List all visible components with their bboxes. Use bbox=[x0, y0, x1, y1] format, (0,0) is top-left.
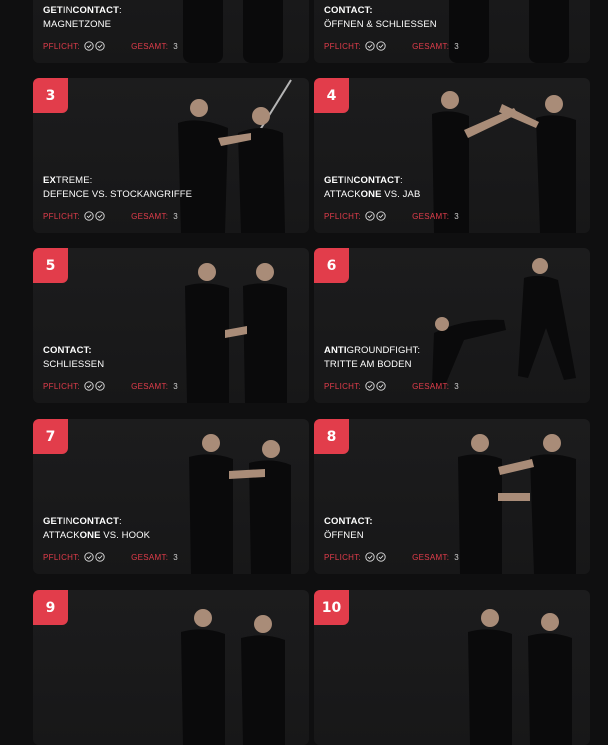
exercise-title: CONTACT: ÖFFNEN bbox=[324, 516, 373, 541]
exercise-grid: GETINCONTACT: MAGNETZONE PFLICHT: GESAMT… bbox=[0, 0, 608, 745]
pflicht-checks bbox=[84, 381, 105, 391]
exercise-title: GETINCONTACT: MAGNETZONE bbox=[43, 5, 122, 30]
exercise-photo bbox=[432, 91, 576, 233]
check-circle-icon bbox=[95, 211, 105, 221]
gesamt-value: 3 bbox=[454, 552, 460, 562]
exercise-card[interactable]: CONTACT: ÖFFNEN & SCHLIESSEN PFLICHT: GE… bbox=[314, 0, 590, 63]
gesamt-value: 3 bbox=[173, 41, 179, 51]
exercise-meta: PFLICHT: GESAMT: 3 bbox=[324, 211, 460, 221]
check-circle-icon bbox=[376, 211, 386, 221]
gesamt-value: 3 bbox=[454, 211, 460, 221]
check-circle-icon bbox=[365, 41, 375, 51]
exercise-number-badge: 5 bbox=[33, 248, 68, 283]
check-circle-icon bbox=[95, 552, 105, 562]
exercise-card[interactable]: 4 GETINCONTACT: ATTACKONE VS. JAB PFLICH… bbox=[314, 78, 590, 233]
exercise-card[interactable]: 9 bbox=[33, 590, 309, 745]
pflicht-checks bbox=[365, 552, 386, 562]
pflicht-checks bbox=[365, 211, 386, 221]
gesamt-value: 3 bbox=[173, 381, 179, 391]
pflicht-checks bbox=[84, 211, 105, 221]
exercise-card[interactable]: 10 bbox=[314, 590, 590, 745]
exercise-card[interactable]: 7 GETINCONTACT: ATTACKONE VS. HOOK PFLIC… bbox=[33, 419, 309, 574]
exercise-meta: PFLICHT: GESAMT: 3 bbox=[43, 381, 179, 391]
check-circle-icon bbox=[376, 41, 386, 51]
exercise-title: CONTACT: SCHLIESSEN bbox=[43, 345, 105, 370]
exercise-card[interactable]: GETINCONTACT: MAGNETZONE PFLICHT: GESAMT… bbox=[33, 0, 309, 63]
check-circle-icon bbox=[376, 381, 386, 391]
gesamt-value: 3 bbox=[454, 381, 460, 391]
exercise-meta: PFLICHT: GESAMT: 3 bbox=[324, 381, 460, 391]
exercise-meta: PFLICHT: GESAMT: 3 bbox=[324, 41, 460, 51]
check-circle-icon bbox=[95, 41, 105, 51]
exercise-number-badge: 7 bbox=[33, 419, 68, 454]
exercise-number-badge: 10 bbox=[314, 590, 349, 625]
exercise-card[interactable]: 6 ANTIGROUNDFIGHT: TRITTE AM BODEN PFLIC… bbox=[314, 248, 590, 403]
check-circle-icon bbox=[365, 381, 375, 391]
gesamt-value: 3 bbox=[173, 552, 179, 562]
check-circle-icon bbox=[84, 552, 94, 562]
exercise-title: GETINCONTACT: ATTACKONE VS. JAB bbox=[324, 175, 421, 200]
pflicht-checks bbox=[84, 41, 105, 51]
exercise-photo bbox=[458, 434, 576, 574]
exercise-card[interactable]: 5 CONTACT: SCHLIESSEN PFLICHT: GESAMT: 3 bbox=[33, 248, 309, 403]
check-circle-icon bbox=[84, 211, 94, 221]
exercise-number-badge: 3 bbox=[33, 78, 68, 113]
check-circle-icon bbox=[84, 381, 94, 391]
pflicht-checks bbox=[365, 381, 386, 391]
exercise-photo bbox=[468, 609, 572, 745]
exercise-photo bbox=[189, 434, 291, 574]
exercise-number-badge: 6 bbox=[314, 248, 349, 283]
gesamt-value: 3 bbox=[173, 211, 179, 221]
exercise-meta: PFLICHT: GESAMT: 3 bbox=[324, 552, 460, 562]
check-circle-icon bbox=[84, 41, 94, 51]
exercise-title: GETINCONTACT: ATTACKONE VS. HOOK bbox=[43, 516, 151, 541]
exercise-photo bbox=[432, 258, 576, 388]
check-circle-icon bbox=[376, 552, 386, 562]
exercise-photo bbox=[181, 609, 285, 745]
exercise-number-badge: 9 bbox=[33, 590, 68, 625]
exercise-number-badge: 8 bbox=[314, 419, 349, 454]
exercise-title: CONTACT: ÖFFNEN & SCHLIESSEN bbox=[324, 5, 437, 30]
pflicht-checks bbox=[84, 552, 105, 562]
exercise-title: EXTREME: DEFENCE VS. STOCKANGRIFFE bbox=[43, 175, 193, 200]
check-circle-icon bbox=[95, 381, 105, 391]
check-circle-icon bbox=[365, 552, 375, 562]
check-circle-icon bbox=[365, 211, 375, 221]
exercise-meta: PFLICHT: GESAMT: 3 bbox=[43, 552, 179, 562]
exercise-photo bbox=[185, 263, 287, 403]
exercise-card[interactable]: 8 CONTACT: ÖFFNEN PFLICHT: GESAMT: 3 bbox=[314, 419, 590, 574]
exercise-number-badge: 4 bbox=[314, 78, 349, 113]
exercise-meta: PFLICHT: GESAMT: 3 bbox=[43, 41, 179, 51]
pflicht-checks bbox=[365, 41, 386, 51]
gesamt-value: 3 bbox=[454, 41, 460, 51]
exercise-meta: PFLICHT: GESAMT: 3 bbox=[43, 211, 179, 221]
exercise-title: ANTIGROUNDFIGHT: TRITTE AM BODEN bbox=[324, 345, 421, 370]
exercise-photo bbox=[178, 79, 292, 233]
exercise-card[interactable]: 3 EXTREME: DEFENCE VS. STOCKANGRIFFE PFL… bbox=[33, 78, 309, 233]
